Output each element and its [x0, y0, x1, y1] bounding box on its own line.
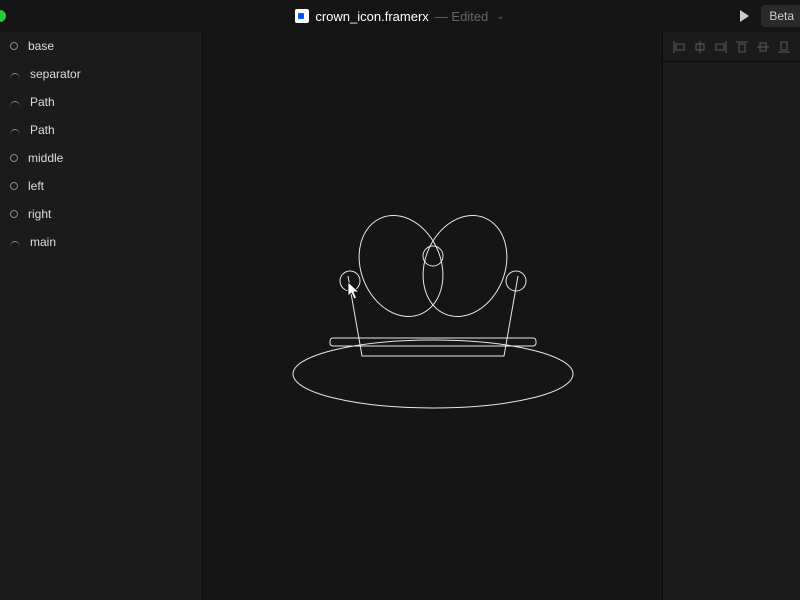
main-shape[interactable] [348, 276, 518, 356]
layer-item[interactable]: Path [0, 88, 202, 116]
layer-label: Path [30, 95, 55, 109]
circle-icon [10, 42, 18, 50]
path-icon [10, 241, 20, 247]
layer-item[interactable]: right [0, 200, 202, 228]
align-top-icon[interactable] [735, 40, 749, 54]
layer-label: Path [30, 123, 55, 137]
layer-label: separator [30, 67, 81, 81]
maximize-button[interactable] [0, 10, 6, 22]
document-title[interactable]: crown_icon.framerx — Edited ⌄ [295, 9, 504, 24]
crown-artwork[interactable] [283, 184, 583, 424]
layers-panel: base separator Path Path middle left right main [0, 32, 203, 600]
titlebar: crown_icon.framerx — Edited ⌄ Beta [0, 0, 800, 32]
layer-item[interactable]: base [0, 32, 202, 60]
circle-icon [10, 154, 18, 162]
layer-label: base [28, 39, 54, 53]
window-controls [0, 0, 6, 32]
layer-item[interactable]: main [0, 228, 202, 256]
chevron-down-icon: ⌄ [496, 11, 504, 22]
play-icon[interactable] [740, 10, 749, 22]
circle-icon [10, 182, 18, 190]
properties-panel [662, 32, 800, 600]
layer-label: left [28, 179, 44, 193]
filename: crown_icon.framerx [315, 9, 428, 24]
beta-button[interactable]: Beta [761, 5, 800, 27]
base-shape[interactable] [293, 340, 573, 408]
path-icon [10, 73, 20, 79]
main-area: base separator Path Path middle left right main [0, 32, 800, 600]
titlebar-actions: Beta [740, 0, 800, 32]
path-left[interactable] [344, 203, 457, 329]
layer-item[interactable]: Path [0, 116, 202, 144]
canvas[interactable] [203, 32, 662, 600]
layer-label: right [28, 207, 51, 221]
path-right[interactable] [408, 203, 521, 329]
align-bottom-icon[interactable] [777, 40, 791, 54]
circle-icon [10, 210, 18, 218]
layer-item[interactable]: middle [0, 144, 202, 172]
align-tools [663, 32, 800, 62]
framer-file-icon [295, 9, 309, 23]
path-icon [10, 129, 20, 135]
align-center-h-icon[interactable] [693, 40, 707, 54]
layer-label: middle [28, 151, 63, 165]
layer-item[interactable]: separator [0, 60, 202, 88]
align-left-icon[interactable] [672, 40, 686, 54]
layer-item[interactable]: left [0, 172, 202, 200]
edited-status: — Edited [435, 9, 488, 24]
layer-label: main [30, 235, 56, 249]
align-right-icon[interactable] [714, 40, 728, 54]
path-icon [10, 101, 20, 107]
align-center-v-icon[interactable] [756, 40, 770, 54]
